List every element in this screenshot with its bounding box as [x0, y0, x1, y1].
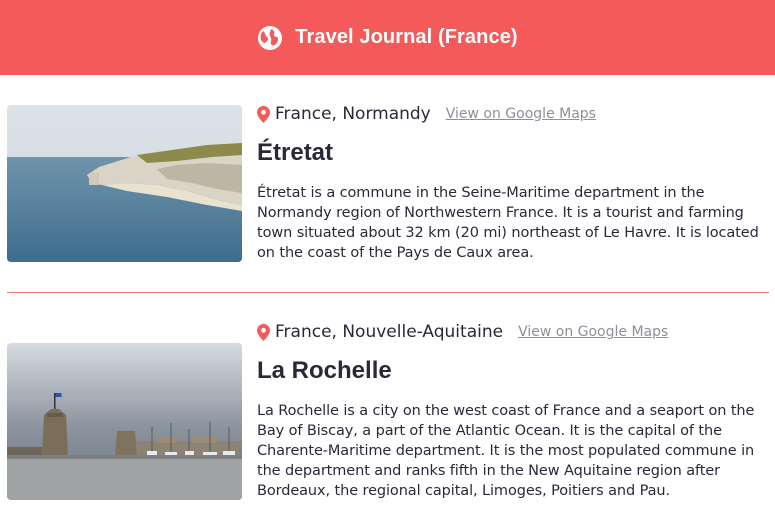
- place-description: La Rochelle is a city on the west coast …: [257, 403, 755, 499]
- place-description: Étretat is a commune in the Seine-Mariti…: [257, 185, 759, 261]
- place-title: Étretat: [257, 139, 334, 166]
- location-text: France, Normandy: [275, 104, 431, 124]
- app-header: Travel Journal (France): [0, 0, 775, 75]
- location-row: France, Nouvelle-Aquitaine View on Googl…: [257, 320, 769, 344]
- journal-entry: France, Nouvelle-Aquitaine View on Googl…: [0, 293, 775, 529]
- location-text: France, Nouvelle-Aquitaine: [275, 322, 504, 342]
- journal-entry: France, Normandy View on Google Maps Étr…: [0, 75, 775, 293]
- google-maps-link[interactable]: View on Google Maps: [518, 324, 668, 340]
- entry-content: France, Nouvelle-Aquitaine View on Googl…: [257, 320, 769, 501]
- location-row: France, Normandy View on Google Maps: [257, 102, 769, 126]
- location-pin-icon: [257, 105, 270, 123]
- place-title: La Rochelle: [257, 357, 392, 384]
- app-title: Travel Journal (France): [295, 26, 518, 48]
- entry-photo-la-rochelle: [7, 343, 242, 500]
- globe-icon: [258, 25, 283, 50]
- entry-content: France, Normandy View on Google Maps Étr…: [257, 102, 769, 263]
- entry-photo-etretat: [7, 105, 242, 262]
- google-maps-link[interactable]: View on Google Maps: [446, 106, 596, 122]
- location-pin-icon: [257, 323, 270, 341]
